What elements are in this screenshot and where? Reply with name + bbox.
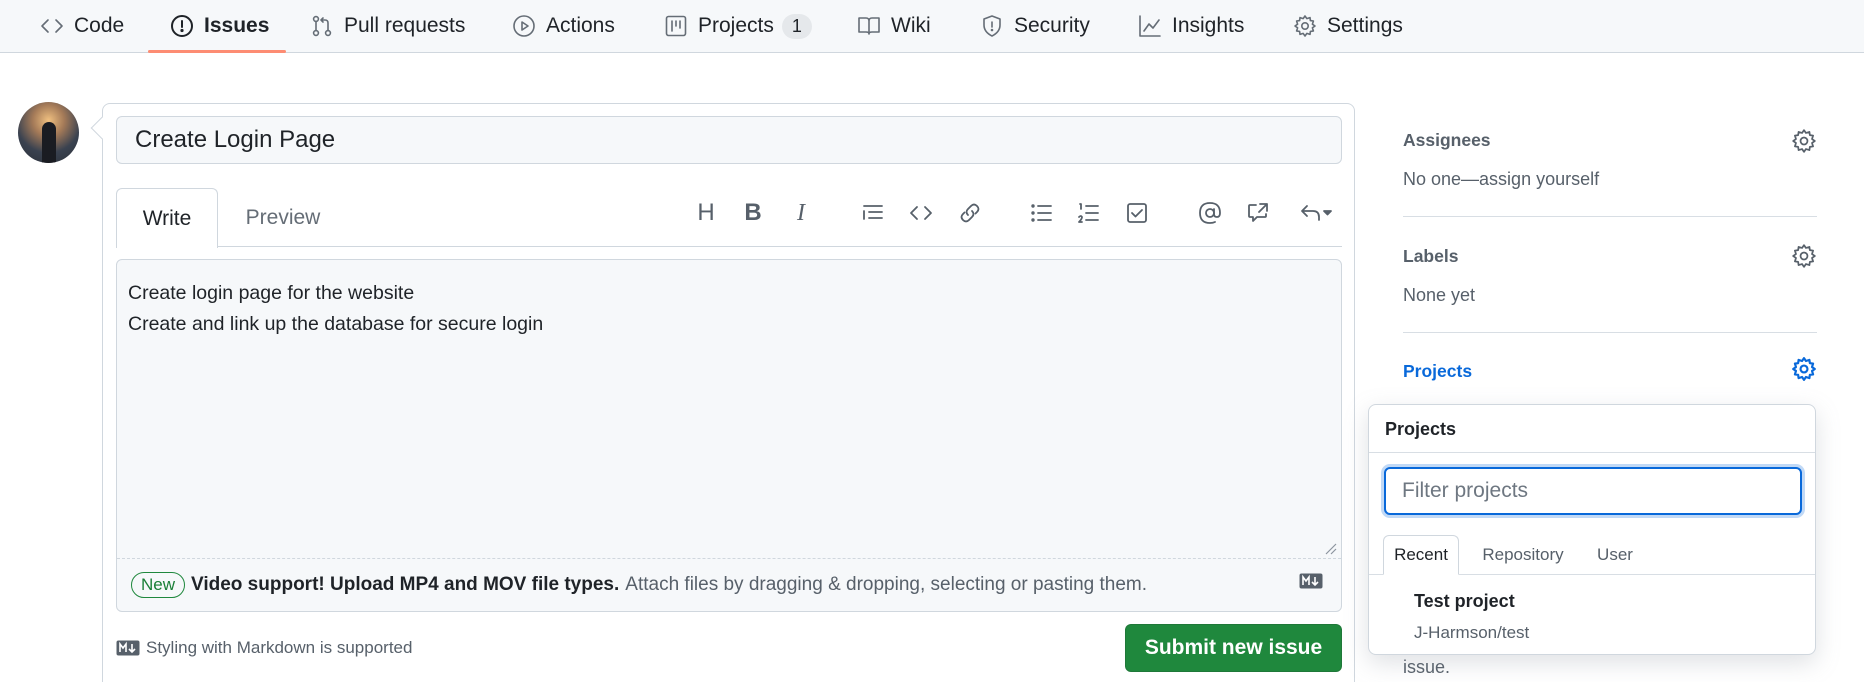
tab-code[interactable]: Code [40,0,124,52]
cross-reference-button[interactable] [1243,198,1273,228]
tab-pull-requests[interactable]: Pull requests [310,0,465,52]
tab-insights[interactable]: Insights [1138,0,1244,52]
tab-code-label: Code [74,14,125,37]
heading-icon: H [697,199,715,226]
attach-hint: Attach files by dragging & dropping, sel… [625,574,1148,595]
assignees-heading[interactable]: Assignees [1403,130,1491,151]
file-attachment-bar[interactable]: New Video support! Upload MP4 and MOV fi… [117,558,1341,611]
labels-gear-icon[interactable] [1791,243,1817,269]
unordered-list-button[interactable] [1027,198,1057,228]
tab-recent[interactable]: Recent [1383,535,1459,575]
new-badge: New [131,572,186,598]
link-button[interactable] [955,198,985,228]
tab-repository[interactable]: Repository [1469,535,1577,575]
assignees-gear-icon[interactable] [1791,128,1817,154]
tab-wiki-label: Wiki [891,14,931,37]
markdown-note-text: Styling with Markdown is supported [146,638,413,657]
filter-projects-input[interactable] [1384,467,1802,515]
sidebar-divider [1403,332,1817,333]
issue-body-text: Create login page for the website Create… [128,278,543,340]
tab-projects-label: Projects [698,14,774,37]
submit-new-issue-button[interactable]: Submit new issue [1125,624,1342,672]
tab-issues[interactable]: Issues [170,0,269,52]
popover-divider [1369,452,1815,453]
tab-security-label: Security [1014,14,1090,37]
issue-opened-icon [170,14,194,38]
tab-actions-label: Actions [546,14,615,37]
projects-counter: 1 [781,13,812,39]
markdown-support-note[interactable]: Styling with Markdown is supported [116,638,412,658]
resize-handle-icon[interactable] [1323,541,1337,555]
projects-select-menu: Projects Recent Repository User Test pro… [1368,404,1816,655]
table-icon [664,14,688,38]
play-icon [512,14,536,38]
assign-yourself-link[interactable]: No one—assign yourself [1403,169,1599,190]
tab-write[interactable]: Write [116,188,218,248]
tab-actions[interactable]: Actions [512,0,615,52]
markdown-icon [116,640,140,656]
sidebar-divider [1403,216,1817,217]
tab-user[interactable]: User [1585,535,1645,575]
code-icon [910,206,932,220]
issue-title-input[interactable]: Create Login Page [116,116,1342,164]
quote-icon [863,205,883,220]
git-pull-request-icon [310,14,334,38]
popover-title: Projects [1385,419,1457,439]
mention-button[interactable] [1195,198,1225,228]
list-ordered-icon [1078,203,1099,223]
active-tab-underline [148,50,286,53]
project-repo: J-Harmson/test [1414,623,1530,642]
reply-icon [1301,205,1332,221]
saved-replies-button[interactable] [1293,198,1339,228]
task-list-button[interactable] [1122,198,1152,228]
link-icon [960,203,980,223]
code-button[interactable] [906,198,936,228]
italic-icon: I [797,199,805,226]
labels-value: None yet [1403,285,1476,305]
project-option[interactable]: Test project J-Harmson/test [1383,581,1801,645]
sidebar-hidden-text: issue. [1403,657,1451,677]
attach-highlight: Video support! Upload MP4 and MOV file t… [191,574,620,595]
list-unordered-icon [1031,204,1052,222]
markdown-icon[interactable] [1299,573,1323,589]
code-icon [40,14,64,38]
body-line: Create and link up the database for secu… [128,313,544,335]
tasklist-icon [1127,203,1147,223]
repo-nav: Code Issues Pull requests Actions Projec… [0,0,1864,53]
mention-icon [1199,202,1221,224]
tab-security[interactable]: Security [980,0,1090,52]
quote-button[interactable] [858,198,888,228]
tab-issues-label: Issues [204,14,270,37]
avatar[interactable] [18,102,79,163]
heading-button[interactable]: H [691,198,721,228]
tab-settings[interactable]: Settings [1293,0,1403,52]
tab-insights-label: Insights [1172,14,1245,37]
tab-pull-requests-label: Pull requests [344,14,466,37]
bold-button[interactable]: B [738,198,768,228]
tab-projects[interactable]: Projects 1 [664,0,812,52]
shield-icon [980,14,1004,38]
body-line: Create login page for the website [128,282,415,304]
tab-settings-label: Settings [1327,14,1403,37]
projects-gear-icon[interactable] [1791,356,1817,382]
project-name: Test project [1414,591,1515,611]
tab-preview[interactable]: Preview [238,188,328,247]
projects-heading[interactable]: Projects [1403,361,1472,382]
book-icon [857,14,881,38]
italic-button[interactable]: I [786,198,816,228]
tab-wiki[interactable]: Wiki [857,0,931,52]
bold-icon: B [744,199,762,226]
gear-icon [1293,14,1317,38]
labels-heading[interactable]: Labels [1403,246,1458,267]
graph-icon [1138,14,1162,38]
ordered-list-button[interactable] [1074,198,1104,228]
cross-reference-icon [1248,203,1268,222]
